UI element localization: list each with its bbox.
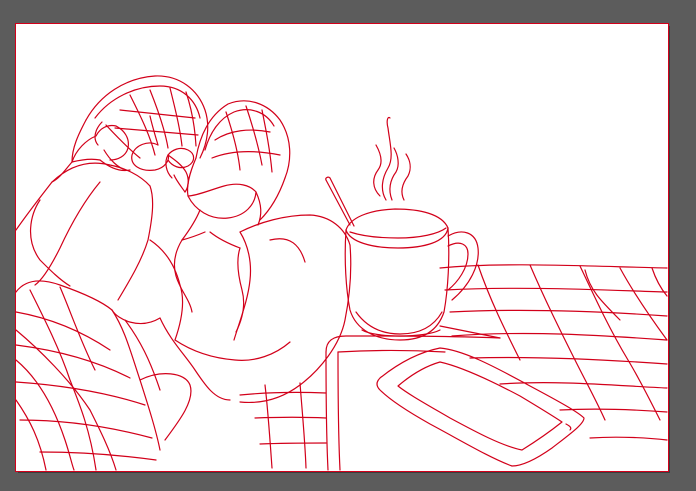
steaming-mug-lineart[interactable] bbox=[325, 176, 479, 341]
blanket-grid-lineart[interactable] bbox=[439, 264, 668, 441]
phone-lineart[interactable] bbox=[376, 347, 585, 467]
legs-lineart[interactable] bbox=[15, 181, 231, 471]
artwork-layer[interactable] bbox=[0, 0, 696, 491]
pasteboard bbox=[0, 0, 696, 491]
right-slipper-lineart[interactable] bbox=[181, 100, 291, 249]
steam-lineart[interactable] bbox=[373, 116, 411, 201]
line-art-group[interactable] bbox=[15, 75, 668, 471]
left-slipper-lineart[interactable] bbox=[51, 75, 209, 183]
